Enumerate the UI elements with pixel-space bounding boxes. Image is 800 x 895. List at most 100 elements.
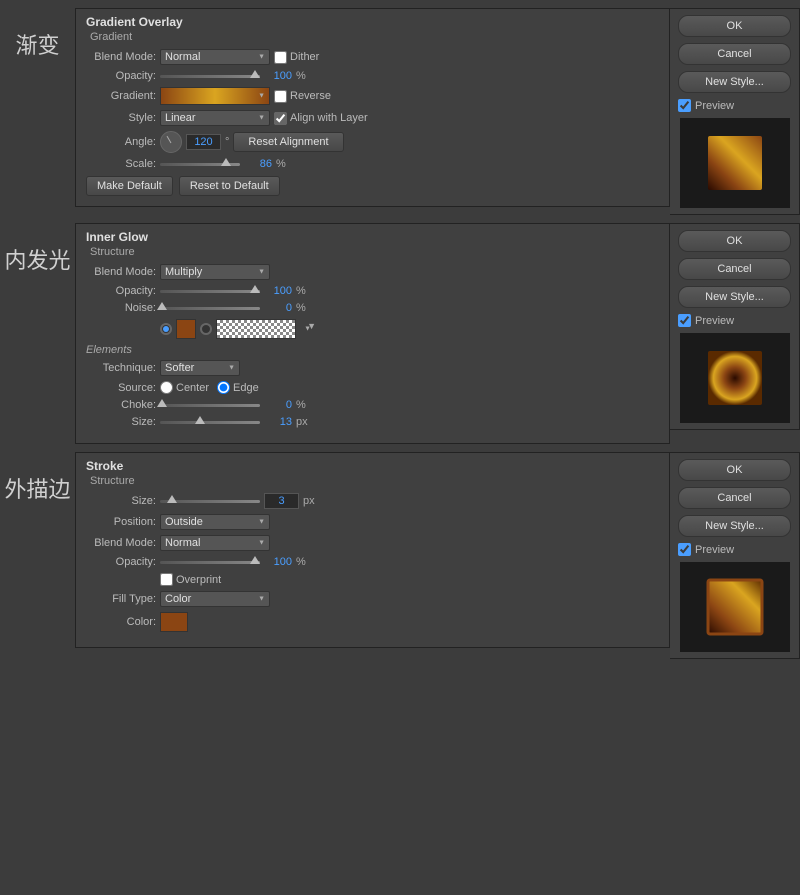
angle-dial[interactable] <box>160 131 182 153</box>
ig-choke-thumb[interactable] <box>157 399 167 407</box>
ig-choke-label: Choke: <box>86 399 156 411</box>
gradient-overlay-title: Gradient Overlay <box>86 15 659 29</box>
ig-technique-select[interactable]: Softer Precise <box>160 360 240 376</box>
align-layer-checkbox[interactable] <box>274 112 287 125</box>
ig-center-radio-label[interactable]: Center <box>160 381 209 394</box>
scale-slider[interactable] <box>160 163 240 166</box>
style-select-wrapper[interactable]: Linear Radial Angle <box>160 110 270 126</box>
angle-unit: ° <box>225 136 229 148</box>
ig-new-style-button[interactable]: New Style... <box>678 286 791 308</box>
opacity-slider[interactable] <box>160 75 260 78</box>
ig-color-swatch[interactable] <box>176 319 196 339</box>
blend-mode-select-wrapper[interactable]: Normal Multiply Screen <box>160 49 270 65</box>
ig-size-value: 13 <box>264 416 292 428</box>
stroke-cancel-button[interactable]: Cancel <box>678 487 791 509</box>
gradient-right-panel: OK Cancel New Style... Preview <box>670 8 800 215</box>
stroke-preview-check[interactable] <box>678 543 691 556</box>
gradient-preview-check[interactable] <box>678 99 691 112</box>
ig-color-row: ▼ <box>86 319 659 339</box>
reset-to-default-button[interactable]: Reset to Default <box>179 176 280 196</box>
elements-header: Elements <box>86 344 659 356</box>
stroke-position-wrapper[interactable]: Outside Inside Center <box>160 514 270 530</box>
gradient-swatch-wrapper[interactable] <box>160 87 270 105</box>
stroke-size-thumb[interactable] <box>167 495 177 503</box>
ig-opacity-label: Opacity: <box>86 285 156 297</box>
gradient-preview-checkbox[interactable]: Preview <box>678 99 791 112</box>
stroke-position-row: Position: Outside Inside Center <box>86 514 659 530</box>
ig-size-slider[interactable] <box>160 421 260 424</box>
stroke-fill-type-wrapper[interactable]: Color Gradient Pattern <box>160 591 270 607</box>
scale-thumb[interactable] <box>221 158 231 166</box>
ig-noise-thumb[interactable] <box>157 302 167 310</box>
stroke-opacity-label: Opacity: <box>86 556 156 568</box>
dither-checkbox-label[interactable]: Dither <box>274 51 319 64</box>
align-layer-label[interactable]: Align with Layer <box>274 112 368 125</box>
reverse-checkbox-label[interactable]: Reverse <box>274 90 331 103</box>
opacity-thumb[interactable] <box>250 70 260 78</box>
ig-edge-radio-label[interactable]: Edge <box>217 381 259 394</box>
stroke-panel: 外描边 Stroke Structure Size: px Position: … <box>0 452 800 659</box>
gradient-new-style-button[interactable]: New Style... <box>678 71 791 93</box>
ig-gradient-swatch[interactable] <box>216 319 296 339</box>
ig-opacity-value: 100 <box>264 285 292 297</box>
ig-opacity-slider[interactable] <box>160 290 260 293</box>
ig-gradient-dropdown[interactable]: ▼ <box>300 319 316 339</box>
ig-size-thumb[interactable] <box>195 416 205 424</box>
dither-checkbox[interactable] <box>274 51 287 64</box>
stroke-position-label: Position: <box>86 516 156 528</box>
gradient-preview[interactable] <box>160 87 270 105</box>
ig-edge-radio[interactable] <box>217 381 230 394</box>
gradient-overlay-panel: 渐变 Gradient Overlay Gradient Blend Mode:… <box>0 8 800 215</box>
opacity-value: 100 <box>264 70 292 82</box>
angle-needle <box>167 136 172 143</box>
ig-gradient-radio[interactable] <box>200 323 212 335</box>
ig-opacity-thumb[interactable] <box>250 285 260 293</box>
ig-preview-checkbox[interactable]: Preview <box>678 314 791 327</box>
ig-technique-row: Technique: Softer Precise <box>86 360 659 376</box>
ig-center-text: Center <box>176 382 209 394</box>
scale-value: 86 <box>244 158 272 170</box>
stroke-preview-checkbox[interactable]: Preview <box>678 543 791 556</box>
ig-center-radio[interactable] <box>160 381 173 394</box>
stroke-overprint-label[interactable]: Overprint <box>160 573 221 586</box>
stroke-size-label: Size: <box>86 495 156 507</box>
ig-solid-radio[interactable] <box>160 323 172 335</box>
stroke-size-slider[interactable] <box>160 500 260 503</box>
ig-preview-box <box>680 333 790 423</box>
stroke-fill-type-select[interactable]: Color Gradient Pattern <box>160 591 270 607</box>
stroke-new-style-button[interactable]: New Style... <box>678 515 791 537</box>
reset-alignment-button[interactable]: Reset Alignment <box>233 132 343 152</box>
ig-preview-check[interactable] <box>678 314 691 327</box>
stroke-blend-label: Blend Mode: <box>86 537 156 549</box>
ig-ok-button[interactable]: OK <box>678 230 791 252</box>
style-row: Style: Linear Radial Angle Align with La… <box>86 110 659 126</box>
ig-choke-row: Choke: 0 % <box>86 399 659 411</box>
ig-blend-mode-wrapper[interactable]: Multiply Normal Screen <box>160 264 270 280</box>
gradient-cancel-button[interactable]: Cancel <box>678 43 791 65</box>
ig-choke-slider[interactable] <box>160 404 260 407</box>
stroke-blend-select[interactable]: Normal Multiply <box>160 535 270 551</box>
gradient-btn-row: Make Default Reset to Default <box>86 176 659 196</box>
make-default-button[interactable]: Make Default <box>86 176 173 196</box>
style-select[interactable]: Linear Radial Angle <box>160 110 270 126</box>
ig-size-unit: px <box>296 416 308 428</box>
stroke-size-input[interactable] <box>264 493 299 509</box>
reverse-checkbox[interactable] <box>274 90 287 103</box>
stroke-color-swatch[interactable] <box>160 612 188 632</box>
stroke-ok-button[interactable]: OK <box>678 459 791 481</box>
stroke-opacity-thumb[interactable] <box>250 556 260 564</box>
ig-blend-mode-select[interactable]: Multiply Normal Screen <box>160 264 270 280</box>
stroke-overprint-checkbox[interactable] <box>160 573 173 586</box>
stroke-opacity-slider[interactable] <box>160 561 260 564</box>
stroke-position-select[interactable]: Outside Inside Center <box>160 514 270 530</box>
inner-glow-box: Inner Glow Structure Blend Mode: Multipl… <box>75 223 670 444</box>
ig-technique-wrapper[interactable]: Softer Precise <box>160 360 240 376</box>
gradient-overlay-subtitle: Gradient <box>86 31 659 43</box>
ig-cancel-button[interactable]: Cancel <box>678 258 791 280</box>
stroke-blend-wrapper[interactable]: Normal Multiply <box>160 535 270 551</box>
angle-input[interactable] <box>186 134 221 150</box>
ig-size-label: Size: <box>86 416 156 428</box>
blend-mode-select[interactable]: Normal Multiply Screen <box>160 49 270 65</box>
gradient-ok-button[interactable]: OK <box>678 15 791 37</box>
ig-noise-slider[interactable] <box>160 307 260 310</box>
